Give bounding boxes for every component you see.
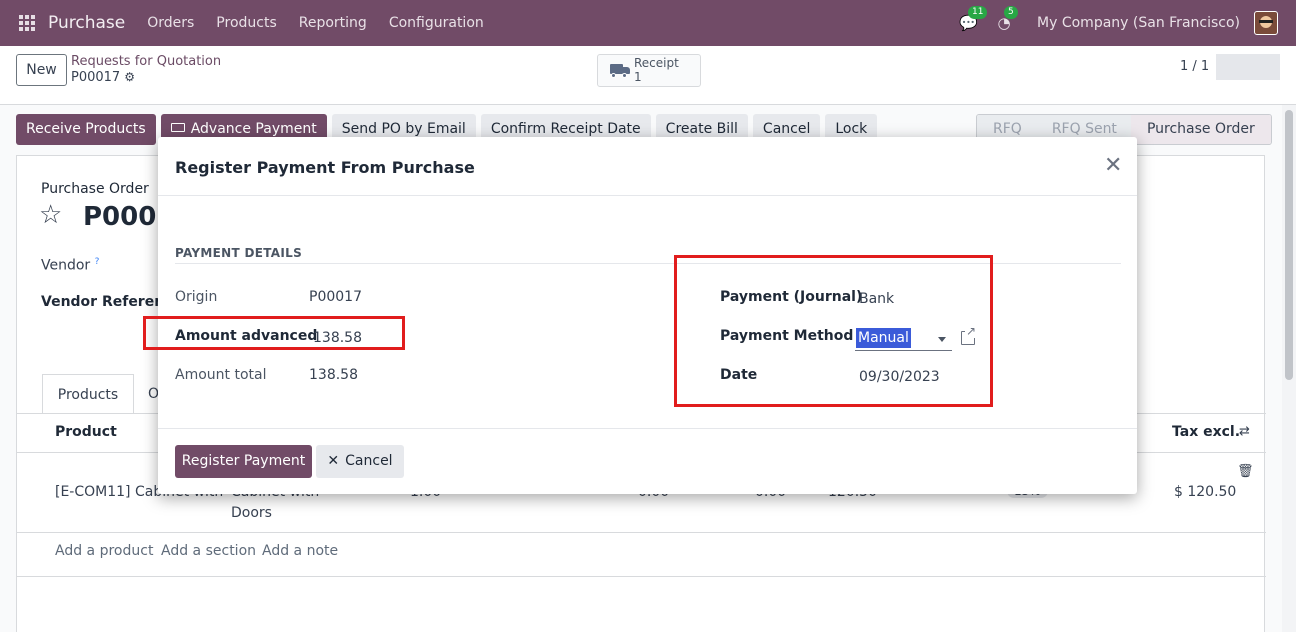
origin-value: P00017 (309, 289, 362, 305)
amount-total-value: 138.58 (309, 367, 358, 383)
payment-details-heading: PAYMENT DETAILS (175, 246, 303, 260)
dialog-header-divider (158, 195, 1137, 196)
amount-total-label: Amount total (175, 367, 267, 383)
origin-label: Origin (175, 289, 218, 305)
dialog-title: Register Payment From Purchase (175, 158, 475, 177)
dialog-footer-divider (158, 428, 1137, 429)
close-icon[interactable]: ✕ (1104, 155, 1122, 177)
register-payment-button[interactable]: Register Payment (175, 445, 312, 478)
close-icon: ✕ (327, 453, 340, 469)
highlight-amount-advanced (143, 316, 405, 350)
cancel-button[interactable]: ✕ Cancel (316, 445, 404, 478)
highlight-payment-fields (674, 255, 993, 407)
